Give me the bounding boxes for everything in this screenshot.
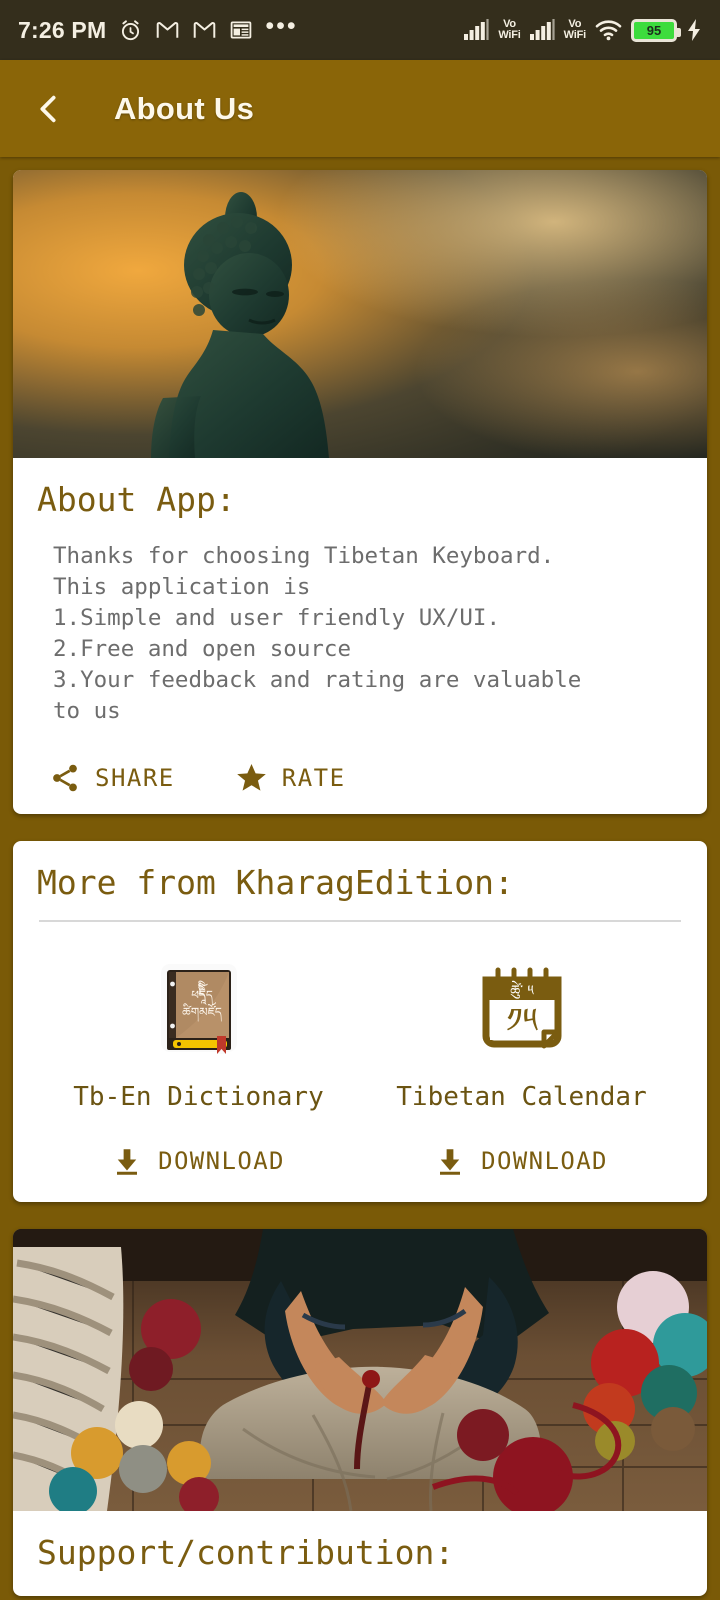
status-bar-left: 7:26 PM ••• [18, 12, 298, 44]
about-app-title: About App: [37, 480, 236, 519]
status-clock: 7:26 PM [18, 16, 107, 43]
download-icon [117, 1149, 138, 1176]
download-icon [440, 1149, 461, 1176]
battery-percent: 95 [646, 22, 662, 38]
support-body: Support/contribution: [13, 1511, 707, 1596]
battery-icon: 95 [631, 18, 681, 42]
download-button-calendar[interactable]: DOWNLOAD [435, 1146, 608, 1176]
back-arrow-icon [40, 95, 56, 122]
charging-bolt-icon [686, 18, 702, 42]
rate-button[interactable]: RATE [235, 761, 346, 794]
scroll-content[interactable]: About App: Thanks for choosing Tibetan K… [0, 157, 720, 1600]
more-apps-body: More from KharagEdition: དིིི ཕདཱིོད ཚིག… [13, 841, 707, 1202]
download-label: DOWNLOAD [481, 1147, 608, 1176]
status-bar: 7:26 PM ••• Vo WiFi Vo WiFi 95 [0, 0, 720, 60]
app-bar: About Us [0, 60, 720, 157]
app-name-calendar: Tibetan Calendar [396, 1082, 647, 1113]
volte-wifi-icon: Vo WiFi [563, 18, 587, 41]
dictionary-book-icon[interactable]: དིིི ཕདཱིོད ཚིགམཛོད [147, 956, 251, 1060]
page-title: About Us [114, 90, 255, 126]
divider [39, 920, 681, 923]
about-app-card: About App: Thanks for choosing Tibetan K… [13, 170, 707, 815]
news-icon [229, 18, 253, 42]
signal-bars-icon [464, 19, 489, 41]
support-card: Support/contribution: [13, 1229, 707, 1597]
rate-label: RATE [281, 763, 346, 792]
download-label: DOWNLOAD [158, 1147, 285, 1176]
share-label: SHARE [95, 763, 175, 792]
calendar-icon-month: ཚེུ་ ༥ [510, 980, 534, 999]
gmail-icon [192, 18, 217, 43]
buddha-statue-photo [13, 170, 707, 458]
overflow-dots-icon: ••• [265, 12, 298, 40]
more-apps-title: More from KharagEdition: [37, 863, 514, 903]
about-app-text: Thanks for choosing Tibetan Keyboard. Th… [53, 543, 582, 725]
apps-row: དིིི ཕདཱིོད ཚིགམཛོད Tb-En Dictionary DOW… [37, 956, 683, 1182]
gmail-icon [155, 18, 180, 43]
more-apps-card: More from KharagEdition: དིིི ཕདཱིོད ཚིག… [13, 841, 707, 1203]
download-button-dictionary[interactable]: DOWNLOAD [112, 1146, 285, 1176]
signal-bars-icon [529, 19, 555, 41]
hands-with-yarn-photo [13, 1229, 707, 1512]
status-bar-right: Vo WiFi Vo WiFi 95 [464, 18, 702, 42]
phone-screen: 7:26 PM ••• Vo WiFi Vo WiFi 95 About Us … [0, 0, 720, 1600]
alarm-icon [118, 18, 143, 43]
calendar-icon-day: ༡༥ [506, 1001, 538, 1041]
share-button[interactable]: SHARE [49, 762, 175, 794]
app-name-dictionary: Tb-En Dictionary [73, 1082, 324, 1113]
support-title: Support/contribution: [37, 1533, 455, 1573]
back-button[interactable] [26, 86, 72, 132]
star-icon [236, 764, 266, 791]
share-icon [53, 764, 77, 791]
volte-wifi-icon: Vo WiFi [498, 18, 521, 41]
app-item-dictionary[interactable]: དིིི ཕདཱིོད ཚིགམཛོད Tb-En Dictionary DOW… [37, 956, 360, 1176]
app-item-calendar[interactable]: ཚེུ་ ༥ ༡༥ Tibetan Calendar DOWNLOAD [360, 956, 683, 1176]
about-app-body: About App: Thanks for choosing Tibetan K… [13, 458, 707, 814]
wifi-icon [595, 19, 622, 41]
calendar-icon[interactable]: ཚེུ་ ༥ ༡༥ [470, 956, 574, 1060]
about-actions: SHARE RATE [37, 761, 683, 794]
